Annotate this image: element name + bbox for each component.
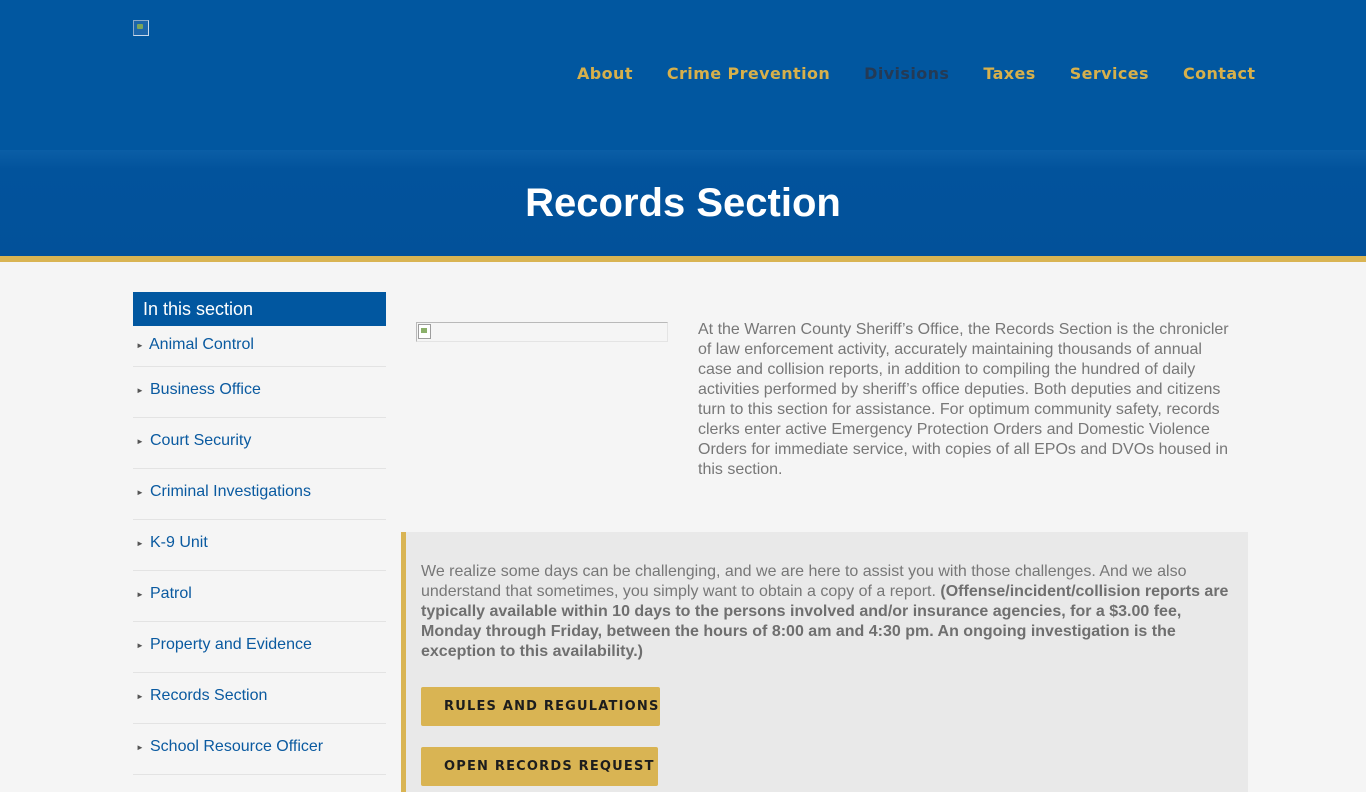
triangle-right-icon: ►	[136, 341, 144, 350]
triangle-right-icon: ►	[136, 692, 144, 701]
page-title: Records Section	[525, 181, 841, 225]
triangle-right-icon: ►	[136, 743, 144, 752]
rules-and-regulations-button[interactable]: RULES AND REGULATIONS	[421, 687, 660, 726]
sidebar-item-records-section[interactable]: ► Records Section	[133, 673, 386, 724]
notice-paragraph: We realize some days can be challenging,…	[421, 562, 1236, 662]
broken-image-icon[interactable]	[133, 20, 149, 36]
nav-services[interactable]: Services	[1070, 64, 1149, 86]
nav-divisions[interactable]: Divisions	[864, 64, 949, 86]
triangle-right-icon: ►	[136, 539, 144, 548]
sidebar-item-label[interactable]: Property and Evidence	[150, 636, 312, 654]
sidebar-item-label[interactable]: Patrol	[150, 585, 192, 603]
nav-contact[interactable]: Contact	[1183, 64, 1256, 86]
nav-taxes[interactable]: Taxes	[983, 64, 1035, 86]
sidebar-item-label[interactable]: Court Security	[150, 432, 251, 450]
sidebar-item-court-security[interactable]: ► Court Security	[133, 418, 386, 469]
nav-about[interactable]: About	[577, 64, 633, 86]
sidebar-heading: In this section	[133, 292, 386, 326]
sidebar-item-label[interactable]: School Resource Officer	[150, 738, 323, 756]
site-header: About Crime Prevention Divisions Taxes S…	[0, 0, 1366, 150]
sidebar-item-property-and-evidence[interactable]: ► Property and Evidence	[133, 622, 386, 673]
sidebar-item-label[interactable]: Criminal Investigations	[150, 483, 311, 501]
section-sidebar: In this section ► Animal Control ► Busin…	[133, 292, 386, 775]
nav-crime-prevention[interactable]: Crime Prevention	[667, 64, 830, 86]
sidebar-item-school-resource-officer[interactable]: ► School Resource Officer	[133, 724, 386, 775]
sidebar-item-k9-unit[interactable]: ► K-9 Unit	[133, 520, 386, 571]
broken-image-icon	[416, 322, 668, 342]
sidebar-item-business-office[interactable]: ► Business Office	[133, 367, 386, 418]
open-records-request-button[interactable]: OPEN RECORDS REQUEST	[421, 747, 658, 786]
triangle-right-icon: ►	[136, 488, 144, 497]
sidebar-item-criminal-investigations[interactable]: ► Criminal Investigations	[133, 469, 386, 520]
main-nav: About Crime Prevention Divisions Taxes S…	[577, 64, 1255, 86]
report-notice: We realize some days can be challenging,…	[401, 532, 1248, 792]
sidebar-list: ► Animal Control ► Business Office ► Cou…	[133, 326, 386, 775]
hero-divider	[0, 256, 1366, 262]
sidebar-item-label[interactable]: Records Section	[150, 687, 267, 705]
sidebar-item-animal-control[interactable]: ► Animal Control	[133, 326, 386, 367]
intro-paragraph: At the Warren County Sheriff’s Office, t…	[698, 321, 1229, 478]
sidebar-item-label[interactable]: K-9 Unit	[150, 534, 208, 552]
triangle-right-icon: ►	[136, 386, 144, 395]
sidebar-item-patrol[interactable]: ► Patrol	[133, 571, 386, 622]
sidebar-item-label[interactable]: Business Office	[150, 381, 261, 399]
triangle-right-icon: ►	[136, 641, 144, 650]
sidebar-item-label[interactable]: Animal Control	[149, 336, 254, 354]
triangle-right-icon: ►	[136, 590, 144, 599]
triangle-right-icon: ►	[136, 437, 144, 446]
